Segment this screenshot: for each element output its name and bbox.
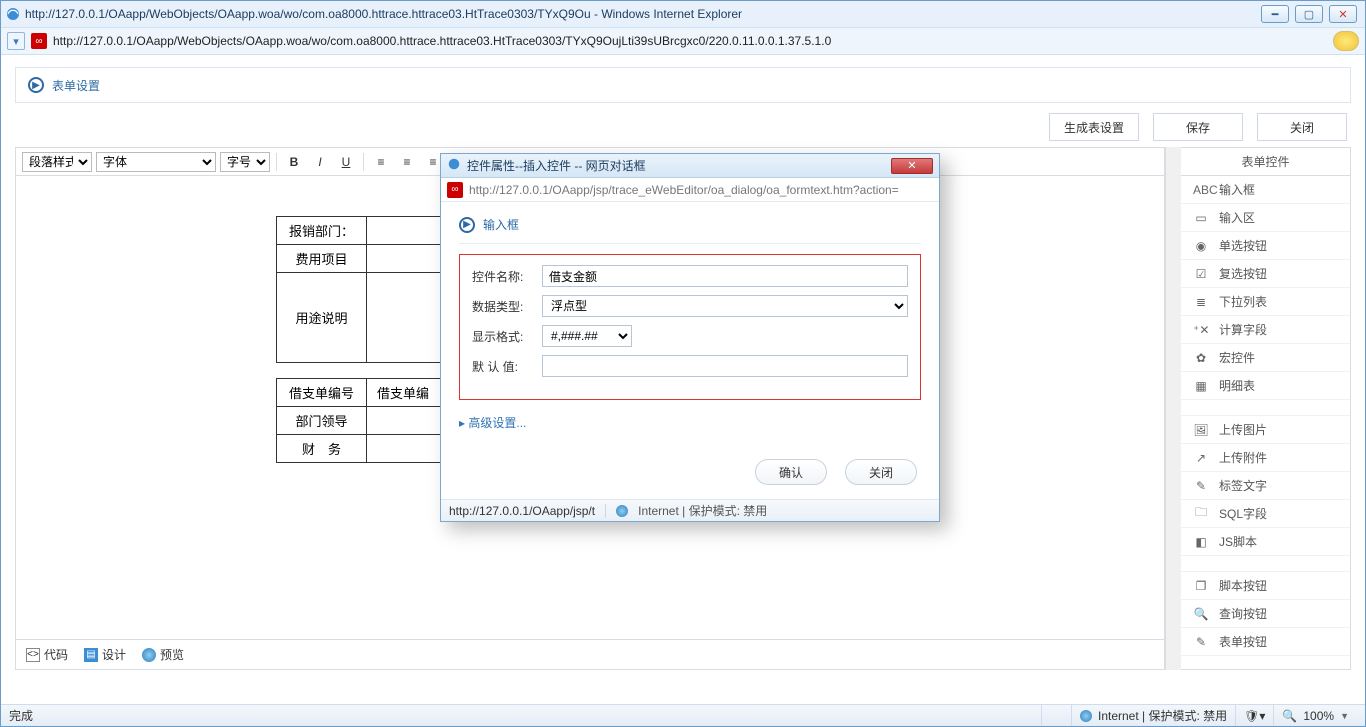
window-titlebar: http://127.0.0.1/OAapp/WebObjects/OAapp.…	[1, 1, 1365, 27]
control-name-input[interactable]	[542, 265, 908, 287]
status-security-icon[interactable]: 🛡▾	[1235, 705, 1273, 726]
ie-icon	[447, 157, 461, 174]
security-shield-icon[interactable]: ▾	[7, 32, 25, 50]
status-empty	[1050, 709, 1063, 723]
address-bar: ▾ ∞ http://127.0.0.1/OAapp/WebObjects/OA…	[1, 27, 1365, 55]
default-value-input[interactable]	[542, 355, 908, 377]
dialog-section-title: 输入框	[483, 216, 519, 233]
window-minimize-button[interactable]: ━	[1261, 5, 1289, 23]
compat-view-button[interactable]	[1333, 31, 1359, 51]
dialog-status-mode: Internet | 保护模式: 禁用	[638, 502, 767, 519]
chevron-right-icon: ▶	[459, 217, 475, 233]
dialog-title: 控件属性--插入控件 -- 网页对话框	[467, 157, 885, 174]
advanced-settings-link[interactable]: ▸ 高级设置...	[459, 414, 921, 431]
window-title: http://127.0.0.1/OAapp/WebObjects/OAapp.…	[25, 7, 1261, 21]
control-name-label: 控件名称:	[472, 268, 542, 285]
dialog-ok-button[interactable]: 确认	[755, 459, 827, 485]
zoom-control[interactable]: 🔍 100% ▼	[1273, 705, 1357, 726]
status-internet: Internet | 保护模式: 禁用	[1098, 707, 1227, 724]
dialog-close-button[interactable]: ✕	[891, 158, 933, 174]
dialog-form: 控件名称: 数据类型: 浮点型 显示格式: #,###.## 默 认 值:	[459, 254, 921, 400]
display-format-select[interactable]: #,###.##	[542, 325, 632, 347]
dialog-url: http://127.0.0.1/OAapp/jsp/trace_eWebEdi…	[469, 183, 899, 197]
url-text[interactable]: http://127.0.0.1/OAapp/WebObjects/OAapp.…	[53, 34, 1327, 48]
default-value-label: 默 认 值:	[472, 358, 542, 375]
display-format-label: 显示格式:	[472, 328, 542, 345]
favicon-icon: ∞	[31, 33, 47, 49]
status-text: 完成	[9, 707, 1041, 724]
window-close-button[interactable]: ✕	[1329, 5, 1357, 23]
globe-icon	[1080, 710, 1092, 722]
browser-statusbar: 完成 Internet | 保护模式: 禁用 🛡▾ 🔍 100% ▼	[1, 704, 1365, 726]
globe-icon	[616, 505, 628, 517]
favicon-icon: ∞	[447, 182, 463, 198]
dialog-status-path: http://127.0.0.1/OAapp/jsp/t	[449, 504, 595, 518]
dialog-cancel-button[interactable]: 关闭	[845, 459, 917, 485]
window-maximize-button[interactable]: ▢	[1295, 5, 1323, 23]
data-type-label: 数据类型:	[472, 298, 542, 315]
data-type-select[interactable]: 浮点型	[542, 295, 908, 317]
ie-icon	[5, 6, 21, 22]
control-properties-dialog: 控件属性--插入控件 -- 网页对话框 ✕ ∞ http://127.0.0.1…	[440, 153, 940, 522]
